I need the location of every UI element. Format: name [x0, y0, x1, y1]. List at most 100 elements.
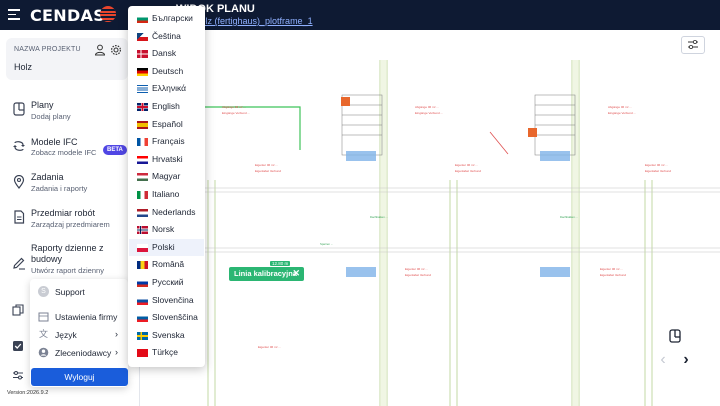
- language-option-label: Türkçe: [152, 347, 178, 358]
- user-icon[interactable]: [94, 44, 106, 56]
- checkbox-icon[interactable]: [12, 340, 24, 352]
- pen-icon: [13, 257, 25, 270]
- language-option-label: Slovenčina: [152, 294, 194, 305]
- svg-text:Eigenlabel Verbund: Eigenlabel Verbund: [455, 169, 481, 173]
- language-option-pl[interactable]: Polski: [129, 238, 204, 256]
- language-label: Język: [55, 330, 77, 340]
- svg-text:Dachbalken ...: Dachbalken ...: [370, 215, 388, 219]
- plan-canvas[interactable]: Abgänge 06 m² ... Eingänge Verbund ... Ab…: [140, 30, 720, 406]
- cz-flag-icon: [137, 32, 148, 41]
- gr-flag-icon: [137, 85, 148, 94]
- ifc-models-icon: [13, 141, 25, 151]
- menu-item-company-settings[interactable]: Ustawienia firmy: [38, 310, 124, 324]
- si-flag-icon: [137, 314, 148, 323]
- language-option-label: Ελληνικά: [152, 83, 187, 94]
- top-bar: CENDAS WIDOK PLANU plan holz (fertighaus…: [0, 0, 720, 30]
- plans-icon: [13, 102, 25, 116]
- language-option-gr[interactable]: Ελληνικά: [129, 80, 204, 97]
- support-label: Support: [55, 287, 85, 297]
- language-option-dk[interactable]: Dansk: [129, 45, 204, 62]
- language-option-it[interactable]: Italiano: [129, 186, 204, 203]
- language-option-label: Română: [152, 259, 185, 270]
- svg-text:Eingänge Verbund ...: Eingänge Verbund ...: [608, 111, 636, 115]
- nav-subtitle-daily-reports: Utwórz raport dzienny: [31, 266, 104, 275]
- language-option-label: Magyar: [152, 171, 181, 182]
- plan-view-icon[interactable]: [668, 329, 682, 343]
- ru-flag-icon: [137, 279, 148, 287]
- language-option-de[interactable]: Deutsch: [129, 63, 204, 80]
- language-option-label: Polski: [152, 241, 175, 252]
- gb-flag-icon: [137, 103, 148, 111]
- language-option-se[interactable]: Svenska: [129, 327, 204, 344]
- app-version: Version:2026.9.2: [7, 390, 49, 396]
- fr-flag-icon: [137, 138, 148, 147]
- es-flag-icon: [137, 120, 148, 129]
- project-card[interactable]: NAZWA PROJEKTU Holz: [6, 38, 128, 80]
- language-option-si[interactable]: Slovenščina: [129, 309, 204, 326]
- language-option-hr[interactable]: Hrvatski: [129, 151, 204, 168]
- svg-text:Eigenler 06 m² ...: Eigenler 06 m² ...: [405, 267, 428, 271]
- language-option-bg[interactable]: Български: [129, 10, 204, 27]
- sk-flag-icon: [137, 296, 148, 305]
- copy-icon[interactable]: [12, 304, 24, 316]
- language-option-ro[interactable]: Română: [129, 256, 204, 273]
- language-option-label: Čeština: [152, 30, 181, 41]
- language-option-ru[interactable]: Русский: [129, 274, 204, 291]
- document-icon: [14, 210, 25, 224]
- svg-text:Eigenler 06 m² ...: Eigenler 06 m² ...: [645, 163, 668, 167]
- previous-arrow-icon[interactable]: ‹: [655, 351, 671, 369]
- svg-text:Abgänge 06 m² ...: Abgänge 06 m² ...: [608, 105, 632, 109]
- language-option-sk[interactable]: Slovenčina: [129, 292, 204, 309]
- ro-flag-icon: [137, 261, 148, 270]
- hamburger-menu-icon[interactable]: [8, 9, 20, 20]
- next-arrow-icon[interactable]: ›: [678, 351, 694, 369]
- svg-text:Eigenlabel Verbund: Eigenlabel Verbund: [405, 273, 431, 277]
- translate-icon: 文: [38, 329, 48, 339]
- account-circle-icon: [38, 347, 49, 358]
- language-option-es[interactable]: Español: [129, 116, 204, 133]
- language-option-label: Français: [152, 136, 185, 147]
- svg-text:Abgänge 06 m² ...: Abgänge 06 m² ...: [415, 105, 439, 109]
- tr-flag-icon: [137, 349, 148, 358]
- language-option-hu[interactable]: Magyar: [129, 168, 204, 185]
- language-option-fr[interactable]: Français: [129, 133, 204, 150]
- logout-button[interactable]: Wyloguj: [31, 368, 128, 386]
- svg-text:Eigenler 06 m² ...: Eigenler 06 m² ...: [600, 267, 623, 271]
- calibration-line-label[interactable]: Linia kalibracyjna ✕: [229, 267, 304, 281]
- hu-flag-icon: [137, 173, 148, 182]
- menu-item-contractors[interactable]: Zleceniodawcy ›: [38, 346, 124, 360]
- calibration-distance: 12.80 m: [270, 261, 291, 266]
- settings-sliders-icon[interactable]: [12, 369, 24, 381]
- nav-subtitle-plans: Dodaj plany: [31, 112, 71, 121]
- cendas-logo[interactable]: CENDAS: [30, 6, 105, 25]
- language-option-gb[interactable]: English: [129, 98, 204, 115]
- support-icon: S: [38, 286, 49, 297]
- svg-text:Eigenlabel Verbund: Eigenlabel Verbund: [645, 169, 671, 173]
- menu-item-language[interactable]: 文 Język ›: [38, 328, 124, 342]
- language-option-label: Български: [152, 13, 193, 23]
- language-option-tr[interactable]: Türkçe: [129, 344, 204, 361]
- pl-flag-icon: [137, 243, 148, 252]
- gear-icon[interactable]: [110, 44, 122, 56]
- language-option-label: Norsk: [152, 224, 175, 235]
- svg-text:Eigenler 06 m² ...: Eigenler 06 m² ...: [258, 345, 281, 349]
- nav-subtitle-ifc-models: Zobacz modele IFC: [31, 148, 97, 157]
- language-option-nl[interactable]: Nederlands: [129, 204, 204, 221]
- nav-title-tasks: Zadania: [31, 172, 64, 182]
- close-icon[interactable]: ✕: [292, 268, 300, 279]
- language-option-label: Español: [152, 118, 183, 129]
- language-option-no[interactable]: Norsk: [129, 221, 204, 238]
- svg-text:Eigenler 06 m² ...: Eigenler 06 m² ...: [255, 163, 278, 167]
- menu-item-support[interactable]: S Support: [38, 285, 124, 299]
- language-option-label: Dansk: [152, 48, 177, 59]
- cendas-logo-mark: [100, 6, 116, 22]
- language-option-cz[interactable]: Čeština: [129, 28, 204, 45]
- language-option-label: Русский: [152, 277, 184, 287]
- chevron-right-icon: ›: [115, 329, 118, 339]
- filter-settings-button[interactable]: [681, 36, 705, 54]
- svg-text:Dachbalken ...: Dachbalken ...: [560, 215, 578, 219]
- nav-title-daily-reports: Raporty dzienne z budowy: [31, 243, 104, 264]
- floor-plan-drawing: Abgänge 06 m² ... Eingänge Verbund ... Ab…: [160, 60, 720, 406]
- language-option-label: Svenska: [152, 329, 185, 340]
- contractors-label: Zleceniodawcy: [55, 348, 112, 358]
